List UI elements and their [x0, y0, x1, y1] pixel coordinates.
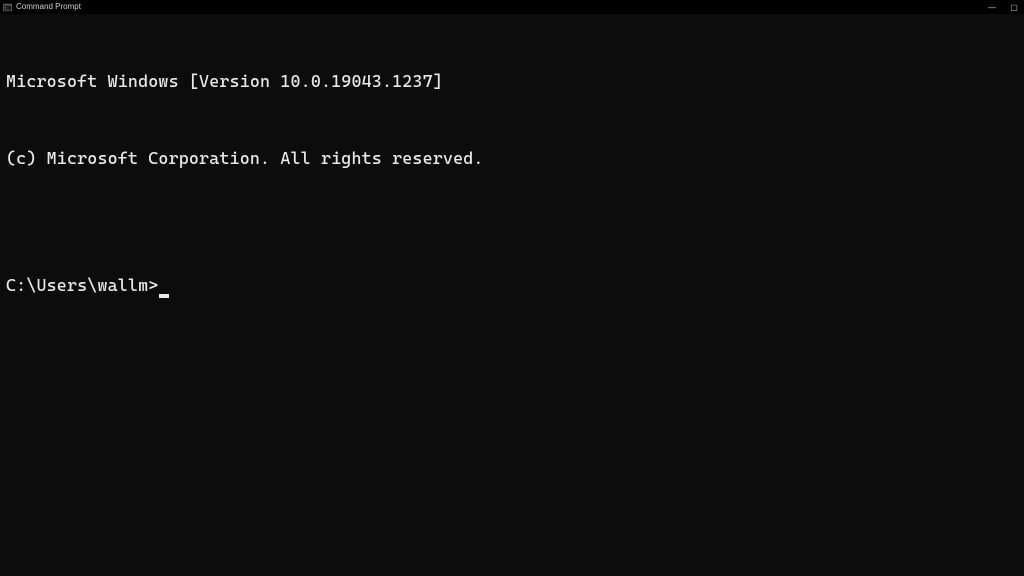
prompt-text: C:\Users\wallm> [6, 273, 158, 299]
prompt-line: C:\Users\wallm> [6, 273, 1018, 299]
cmd-icon: >_ [2, 2, 12, 12]
window-titlebar: >_ Command Prompt — ▢ [0, 0, 1024, 14]
terminal-area[interactable]: Microsoft Windows [Version 10.0.19043.12… [0, 14, 1024, 328]
maximize-button[interactable]: ▢ [1008, 2, 1020, 12]
copyright-line: (c) Microsoft Corporation. All rights re… [6, 146, 1018, 172]
version-line: Microsoft Windows [Version 10.0.19043.12… [6, 69, 1018, 95]
titlebar-left: >_ Command Prompt [2, 2, 81, 12]
window-title: Command Prompt [16, 3, 81, 11]
cursor [159, 294, 169, 298]
minimize-button[interactable]: — [986, 2, 998, 12]
window-controls: — ▢ [986, 2, 1022, 12]
